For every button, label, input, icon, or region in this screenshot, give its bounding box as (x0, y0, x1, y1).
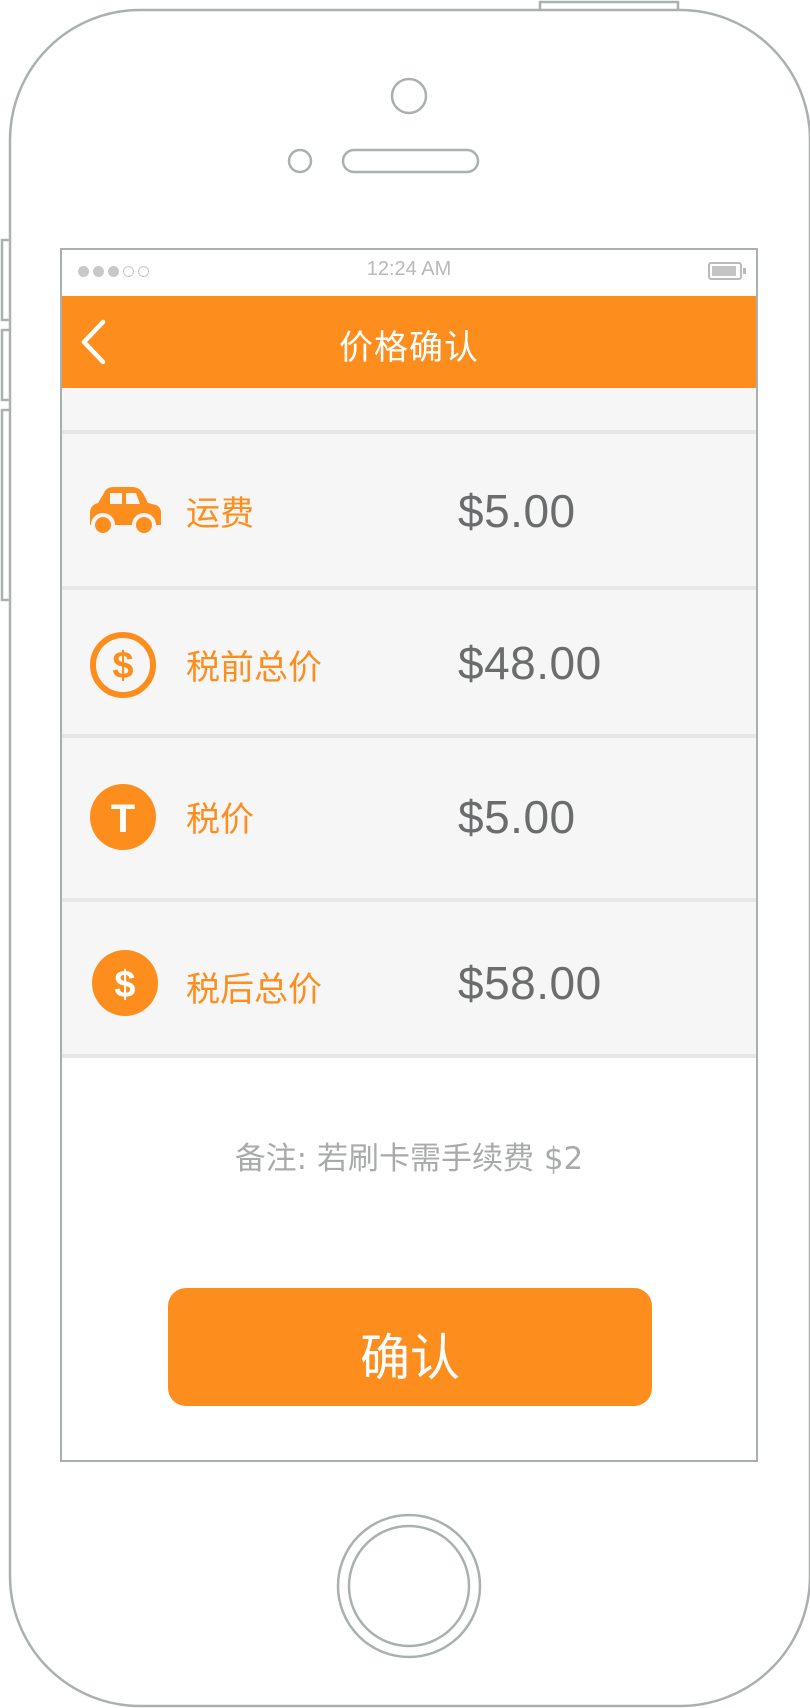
price-label: 运费 (186, 494, 254, 534)
app-screen: 12:24 AM 价格确认 运费 $5.00 $ 税前总价 $48.00 T 税… (60, 248, 758, 1462)
price-value: $5.00 (458, 791, 576, 843)
status-bar: 12:24 AM (62, 250, 756, 296)
price-label: 税后总价 (186, 970, 322, 1010)
price-row-shipping: 运费 $5.00 (62, 434, 756, 590)
navigation-bar: 价格确认 (62, 296, 756, 388)
dollar-circle-icon: $ (92, 950, 158, 1016)
page-title: 价格确认 (339, 328, 479, 368)
svg-text:$: $ (114, 964, 135, 1006)
svg-text:$: $ (112, 645, 133, 687)
tax-t-icon: T (90, 784, 156, 850)
price-value: $48.00 (458, 637, 602, 689)
list-top-spacer (62, 388, 756, 434)
price-row-total: $ 税后总价 $58.00 (62, 902, 756, 1058)
price-label: 税前总价 (186, 648, 322, 688)
price-value: $5.00 (458, 485, 576, 537)
svg-text:T: T (111, 797, 135, 841)
battery-icon (708, 262, 746, 280)
confirm-button[interactable]: 确认 (168, 1288, 652, 1406)
price-label: 税价 (186, 800, 254, 840)
price-row-pretax-total: $ 税前总价 $48.00 (62, 590, 756, 738)
status-time: 12:24 AM (366, 258, 452, 280)
confirm-button-label: 确认 (360, 1329, 460, 1387)
price-value: $58.00 (458, 957, 602, 1009)
price-row-tax: T 税价 $5.00 (62, 738, 756, 902)
dollar-circle-outline-icon: $ (90, 632, 156, 698)
car-icon (90, 487, 161, 537)
